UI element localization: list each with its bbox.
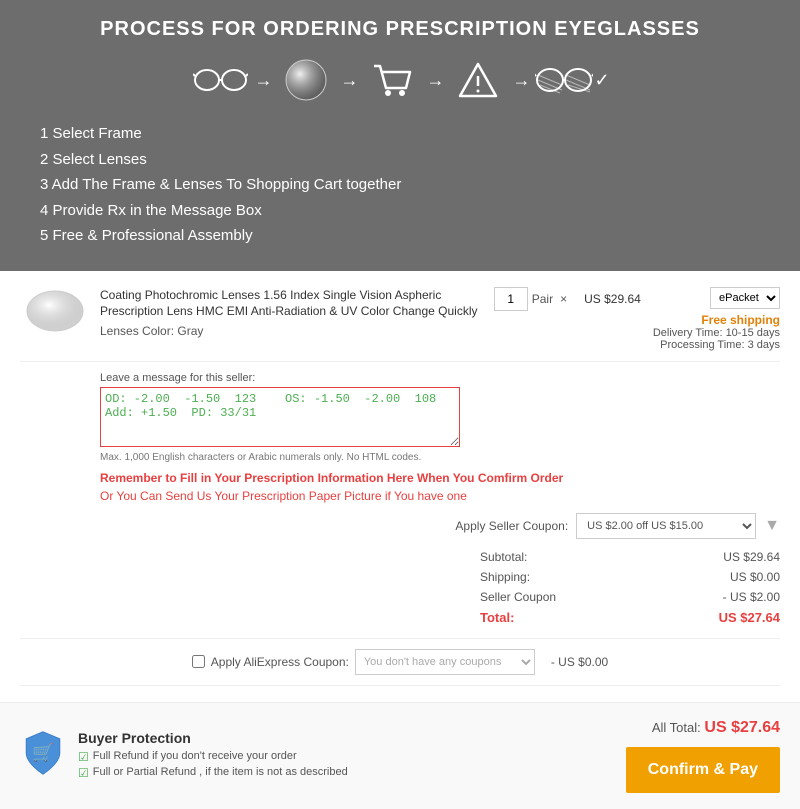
ali-coupon-label: Apply AliExpress Coupon: [211, 655, 349, 669]
footer-section: 🛒 Buyer Protection ☑ Full Refund if you … [0, 702, 800, 809]
check-icon-1: ☑ [78, 750, 89, 764]
shield-icon-wrap: 🛒 [20, 730, 66, 779]
ali-coupon-select[interactable]: You don't have any coupons [355, 649, 535, 675]
lens-color-info: Lenses Color: Gray [100, 324, 484, 338]
total-row: Total: US $27.64 [480, 607, 780, 628]
message-label: Leave a message for this seller: [100, 372, 780, 384]
cart-step-icon [362, 55, 422, 105]
seller-coupon-summary-label: Seller Coupon [480, 590, 556, 604]
step-3: 3 Add The Frame & Lenses To Shopping Car… [40, 172, 770, 198]
order-summary: Subtotal: US $29.64 Shipping: US $0.00 S… [480, 547, 780, 628]
page-title: PROCESS FOR ORDERING PRESCRIPTION EYEGLA… [30, 18, 770, 41]
svg-text:🛒: 🛒 [32, 741, 54, 762]
seller-coupon-row: Apply Seller Coupon: US $2.00 off US $15… [20, 513, 780, 539]
cart-item-row: Coating Photochromic Lenses 1.56 Index S… [20, 287, 780, 362]
protection-details: Buyer Protection ☑ Full Refund if you do… [78, 730, 348, 782]
protection-item-2: ☑ Full or Partial Refund , if the item i… [78, 766, 348, 780]
arrow-4: → [512, 70, 530, 91]
step-2: 2 Select Lenses [40, 147, 770, 173]
checkmark-icon: ✓ [594, 70, 609, 91]
quantity-input[interactable] [494, 287, 528, 311]
delivery-time: Delivery Time: 10-15 days [653, 327, 780, 339]
message-hint: Max. 1,000 English characters or Arabic … [100, 452, 780, 463]
ali-coupon-checkbox[interactable] [192, 655, 205, 668]
ali-coupon-amount: - US $0.00 [551, 655, 608, 669]
product-details: Coating Photochromic Lenses 1.56 Index S… [100, 287, 484, 339]
arrow-2: → [340, 70, 358, 91]
total-value: US $27.64 [719, 610, 780, 625]
steps-list: 1 Select Frame 2 Select Lenses 3 Add The… [30, 121, 770, 249]
total-label: Total: [480, 610, 514, 625]
check-icon-2: ☑ [78, 766, 89, 780]
shipping-value: US $0.00 [730, 570, 780, 584]
step-4: 4 Provide Rx in the Message Box [40, 198, 770, 224]
product-title: Coating Photochromic Lenses 1.56 Index S… [100, 287, 484, 321]
glasses-step-icon [190, 55, 250, 105]
protection-text-1: Full Refund if you don't receive your or… [93, 750, 297, 762]
processing-time: Processing Time: 3 days [660, 339, 780, 351]
confirm-pay-button[interactable]: Confirm & Pay [626, 747, 780, 793]
all-total-value: US $27.64 [704, 719, 780, 736]
subtotal-value: US $29.64 [723, 550, 780, 564]
message-section: Leave a message for this seller: OD: -2.… [100, 372, 780, 463]
lens-color-value: Gray [177, 324, 203, 338]
rx-alt-text: Or You Can Send Us Your Prescription Pap… [100, 489, 780, 503]
rx-warning-text: Remember to Fill in Your Prescription In… [100, 471, 780, 485]
step-5: 5 Free & Professional Assembly [40, 223, 770, 249]
quantity-section: Pair × US $29.64 [494, 287, 641, 311]
product-image [20, 287, 90, 337]
seller-coupon-summary-value: - US $2.00 [723, 590, 780, 604]
all-total-display: All Total: US $27.64 [652, 719, 780, 737]
qty-unit: Pair [532, 292, 553, 306]
lens-color-label: Lenses Color: [100, 324, 174, 338]
lens-step-icon [276, 55, 336, 105]
all-total-label: All Total: [652, 720, 701, 735]
protection-item-1: ☑ Full Refund if you don't receive your … [78, 750, 348, 764]
shipping-row: Shipping: US $0.00 [480, 567, 780, 587]
protection-title: Buyer Protection [78, 730, 348, 746]
footer-right: All Total: US $27.64 Confirm & Pay [626, 719, 780, 793]
shield-icon: 🛒 [20, 730, 66, 776]
header-banner: PROCESS FOR ORDERING PRESCRIPTION EYEGLA… [0, 0, 800, 271]
shipping-method-select[interactable]: ePacket [710, 287, 780, 309]
seller-coupon-row-summary: Seller Coupon - US $2.00 [480, 587, 780, 607]
buyer-protection: 🛒 Buyer Protection ☑ Full Refund if you … [20, 730, 348, 782]
seller-coupon-select[interactable]: US $2.00 off US $15.00 [576, 513, 756, 539]
protection-text-2: Full or Partial Refund , if the item is … [93, 766, 348, 778]
arrow-1: → [254, 70, 272, 91]
free-shipping-badge: Free shipping [701, 313, 780, 327]
message-textarea[interactable]: OD: -2.00 -1.50 123 OS: -1.50 -2.00 108 … [100, 387, 460, 447]
subtotal-label: Subtotal: [480, 550, 527, 564]
steps-icons: → → → [30, 55, 770, 105]
shipping-section: ePacket Free shipping Delivery Time: 10-… [653, 287, 780, 351]
warning-step-icon [448, 55, 508, 105]
arrow-3: → [426, 70, 444, 91]
finished-glasses-icon [534, 55, 594, 105]
main-content: Coating Photochromic Lenses 1.56 Index S… [0, 271, 800, 702]
seller-coupon-label: Apply Seller Coupon: [455, 519, 568, 533]
subtotal-row: Subtotal: US $29.64 [480, 547, 780, 567]
ali-coupon-row: Apply AliExpress Coupon: You don't have … [20, 638, 780, 686]
unit-price: US $29.64 [584, 292, 641, 306]
step-1: 1 Select Frame [40, 121, 770, 147]
shipping-label: Shipping: [480, 570, 530, 584]
